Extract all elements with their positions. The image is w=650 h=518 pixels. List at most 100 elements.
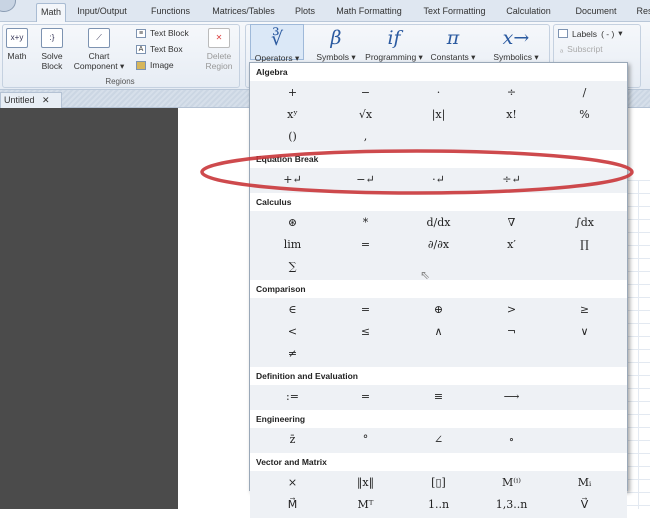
- image-icon: [136, 60, 146, 70]
- operator-symbol[interactable]: (): [256, 126, 329, 148]
- math-region-button[interactable]: x+y Math: [4, 28, 30, 61]
- operator-symbol[interactable]: M⁽ⁱ⁾: [475, 472, 548, 494]
- chart-component-button[interactable]: ⟋ Chart Component ▾: [72, 28, 126, 71]
- app-menu-button[interactable]: [0, 0, 16, 12]
- operator-symbol[interactable]: %: [548, 104, 621, 126]
- ribbon-tab-calculation[interactable]: Calculation: [497, 3, 560, 22]
- operator-symbol[interactable]: xʸ: [256, 104, 329, 126]
- operator-symbol[interactable]: ∏: [548, 234, 621, 256]
- text-box-button[interactable]: A Text Box: [136, 44, 183, 54]
- operator-symbol[interactable]: /: [548, 82, 621, 104]
- section-header: Equation Break: [250, 150, 627, 168]
- subscript-button[interactable]: ₐ Subscript: [560, 44, 603, 54]
- operator-symbol[interactable]: ‖x‖: [329, 472, 402, 494]
- operator-symbol[interactable]: ∫dx: [548, 212, 621, 234]
- operator-symbol[interactable]: :=: [256, 386, 329, 408]
- symbolics-button[interactable]: x→ Symbolics ▾: [487, 24, 545, 62]
- operator-symbol[interactable]: ∑: [256, 256, 329, 278]
- ribbon-tab-reso[interactable]: Reso: [632, 3, 650, 22]
- section-vector-and-matrix: × ‖x‖ [▯] M⁽ⁱ⁾ Mᵢ M⃗ Mᵀ 1..n 1,3..n V⃗: [250, 471, 627, 518]
- operator-symbol[interactable]: ⟶: [475, 386, 548, 408]
- operators-button[interactable]: ∛ Operators ▾: [250, 24, 304, 63]
- section-algebra: + − · ÷ / xʸ √x |x| x!% (),: [250, 81, 627, 150]
- operator-symbol[interactable]: ≠: [256, 343, 329, 365]
- ribbon-tab-matrices-tables[interactable]: Matrices/Tables: [203, 3, 284, 22]
- document-title: Untitled: [4, 95, 35, 105]
- label: Math: [7, 51, 27, 61]
- operator-symbol[interactable]: Mᵢ: [548, 472, 621, 494]
- label: Component: [73, 61, 118, 71]
- operator-symbol[interactable]: 1,3..n: [475, 494, 548, 516]
- operator-symbol[interactable]: x′: [475, 234, 548, 256]
- operator-symbol[interactable]: ∈: [256, 299, 329, 321]
- operator-symbol[interactable]: ÷↵: [475, 169, 548, 191]
- operator-symbol[interactable]: d/dx: [402, 212, 475, 234]
- symbols-button[interactable]: β Symbols ▾: [310, 24, 362, 62]
- operator-symbol[interactable]: ⊕: [402, 299, 475, 321]
- operator-symbol[interactable]: ≤: [329, 321, 402, 343]
- solve-block-button[interactable]: :} Solve Block: [38, 28, 66, 71]
- image-button[interactable]: Image: [136, 60, 174, 70]
- operator-symbol[interactable]: −↵: [329, 169, 402, 191]
- operator-symbol[interactable]: [▯]: [402, 472, 475, 494]
- ribbon-tab-functions[interactable]: Functions: [138, 3, 203, 22]
- text-block-button[interactable]: ≡ Text Block: [136, 28, 189, 38]
- operator-symbol[interactable]: ∘: [475, 429, 548, 451]
- ribbon-tab-document[interactable]: Document: [560, 3, 632, 22]
- text-box-icon: A: [136, 44, 146, 54]
- delete-region-button[interactable]: ✕ Delete Region: [202, 28, 236, 71]
- operator-symbol[interactable]: Mᵀ: [329, 494, 402, 516]
- labels-dropdown[interactable]: Labels( - ) ▾: [558, 28, 623, 39]
- label: Region: [205, 61, 233, 71]
- operator-symbol[interactable]: ∧: [402, 321, 475, 343]
- section-header: Algebra: [250, 63, 627, 81]
- delete-icon: ✕: [208, 28, 230, 48]
- operator-symbol[interactable]: *: [329, 212, 402, 234]
- operator-symbol[interactable]: ·: [402, 82, 475, 104]
- operator-symbol[interactable]: ·↵: [402, 169, 475, 191]
- operator-symbol[interactable]: ∠: [402, 429, 475, 451]
- operator-symbol[interactable]: −: [329, 82, 402, 104]
- operator-symbol[interactable]: <: [256, 321, 329, 343]
- programming-icon: if: [387, 27, 401, 49]
- operator-symbol[interactable]: ∨: [548, 321, 621, 343]
- operator-symbol[interactable]: ∇: [475, 212, 548, 234]
- operator-symbol[interactable]: +: [256, 82, 329, 104]
- section-comparison: ∈ = ⊕ > ≥ < ≤ ∧ ¬ ∨ ≠: [250, 298, 627, 367]
- symbols-icon: β: [330, 27, 342, 49]
- operator-symbol[interactable]: ,: [329, 126, 402, 148]
- operator-symbol[interactable]: ⊛: [256, 212, 329, 234]
- operator-symbol[interactable]: √x: [329, 104, 402, 126]
- operator-symbol[interactable]: >: [475, 299, 548, 321]
- operator-symbol[interactable]: 1..n: [402, 494, 475, 516]
- operator-symbol[interactable]: ≡: [402, 386, 475, 408]
- operator-symbol[interactable]: ¬: [475, 321, 548, 343]
- ribbon-tab-text-formatting[interactable]: Text Formatting: [412, 3, 497, 22]
- operator-symbol[interactable]: z̄: [256, 429, 329, 451]
- operator-symbol[interactable]: °: [329, 429, 402, 451]
- constants-button[interactable]: π Constants ▾: [425, 24, 481, 62]
- document-tab[interactable]: Untitled ✕: [0, 92, 62, 108]
- programming-button[interactable]: if Programming ▾: [365, 24, 423, 62]
- ribbon-tab-input-output[interactable]: Input/Output: [66, 3, 138, 22]
- operator-symbol[interactable]: =: [329, 299, 402, 321]
- operator-symbol[interactable]: lim: [256, 234, 329, 256]
- operator-symbol[interactable]: ×: [256, 472, 329, 494]
- labels-icon: [558, 29, 568, 38]
- close-tab-icon[interactable]: ✕: [42, 95, 50, 105]
- operator-symbol[interactable]: M⃗: [256, 494, 329, 516]
- operator-symbol[interactable]: ÷: [475, 82, 548, 104]
- operator-symbol[interactable]: =: [329, 386, 402, 408]
- label: Block: [41, 61, 63, 71]
- operator-symbol[interactable]: ∂/∂x: [402, 234, 475, 256]
- ribbon-tab-plots[interactable]: Plots: [284, 3, 326, 22]
- operator-symbol[interactable]: +↵: [256, 169, 329, 191]
- ribbon-tab-math-formatting[interactable]: Math Formatting: [326, 3, 412, 22]
- ribbon-tab-math[interactable]: Math: [36, 3, 66, 22]
- labels-value: ( - ): [601, 28, 615, 39]
- operator-symbol[interactable]: =: [329, 234, 402, 256]
- operator-symbol[interactable]: V⃗: [548, 494, 621, 516]
- operator-symbol[interactable]: x!: [475, 104, 548, 126]
- operator-symbol[interactable]: ≥: [548, 299, 621, 321]
- operator-symbol[interactable]: |x|: [402, 104, 475, 126]
